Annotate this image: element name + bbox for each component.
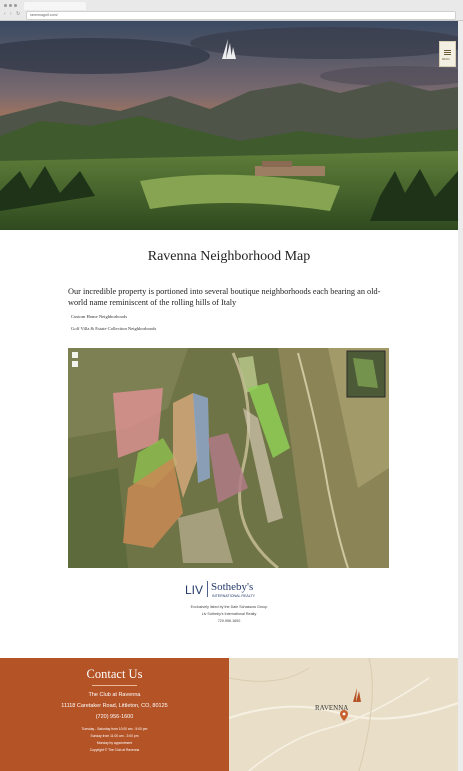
menu-button[interactable]: MENU	[439, 41, 456, 67]
contact-section: Contact Us The Club at Ravenna 11118 Car…	[0, 658, 229, 771]
contact-heading: Contact Us	[86, 667, 143, 681]
menu-label: MENU	[442, 58, 450, 61]
contact-hours-1: Tuesday - Saturday from 10:00 am - 5:00 …	[81, 727, 148, 731]
close-window-icon[interactable]	[4, 4, 7, 7]
sothebys-logo: LIV Sotheby's INTERNATIONAL REALTY	[185, 581, 256, 598]
reload-icon[interactable]: ↻	[16, 12, 20, 17]
svg-text:LIV: LIV	[185, 583, 203, 597]
broker-line-2: Liv Sotheby's International Realty	[201, 612, 257, 616]
contact-address[interactable]: 11118 Caretaker Road, Littleton, CO, 801…	[0, 703, 229, 709]
contact-hours-2: Sunday from 11:00 am - 3:00 pm	[90, 734, 139, 738]
forward-icon[interactable]: ›	[10, 12, 12, 17]
copyright: Copyright © The Club at Ravenna	[89, 748, 140, 752]
contact-divider	[92, 685, 137, 686]
link-custom-home-neighborhoods[interactable]: Custom Home Neighborhoods	[71, 314, 127, 319]
address-bar[interactable]: ravennagolf.com/	[26, 11, 456, 20]
page-title: Ravenna Neighborhood Map	[147, 249, 311, 264]
contact-club-name: The Club at Ravenna	[88, 692, 141, 698]
link-golf-villa-estate-neighborhoods[interactable]: Golf Villa & Estate Collection Neighborh…	[71, 326, 156, 331]
web-page: MENU Ravenna Neighborhood Map Our incred…	[0, 21, 458, 771]
location-map[interactable]: RAVENNA	[229, 658, 458, 771]
svg-text:INTERNATIONAL REALTY: INTERNATIONAL REALTY	[212, 594, 256, 598]
svg-text:Sotheby's: Sotheby's	[211, 581, 253, 593]
intro-text: Our incredible property is portioned int…	[68, 287, 381, 307]
address-url: ravennagolf.com/	[30, 13, 58, 17]
contact-phone[interactable]: (720) 956-1600	[0, 714, 229, 720]
browser-tab[interactable]	[24, 2, 86, 10]
minimize-window-icon[interactable]	[9, 4, 12, 7]
browser-chrome: ‹ › ↻ ravennagolf.com/	[0, 0, 463, 21]
hamburger-icon	[444, 50, 451, 51]
neighborhood-map[interactable]	[68, 348, 389, 568]
maximize-window-icon[interactable]	[14, 4, 17, 7]
page-scrollbar[interactable]	[458, 21, 463, 771]
contact-hours-3: Monday by appointment	[96, 741, 133, 745]
hero-landscape-image	[0, 21, 458, 230]
back-icon[interactable]: ‹	[4, 12, 6, 17]
broker-phone[interactable]: 720.956.1600	[0, 619, 458, 623]
broker-line-1: Exclusively listed by the Dale Schassow …	[190, 605, 268, 609]
